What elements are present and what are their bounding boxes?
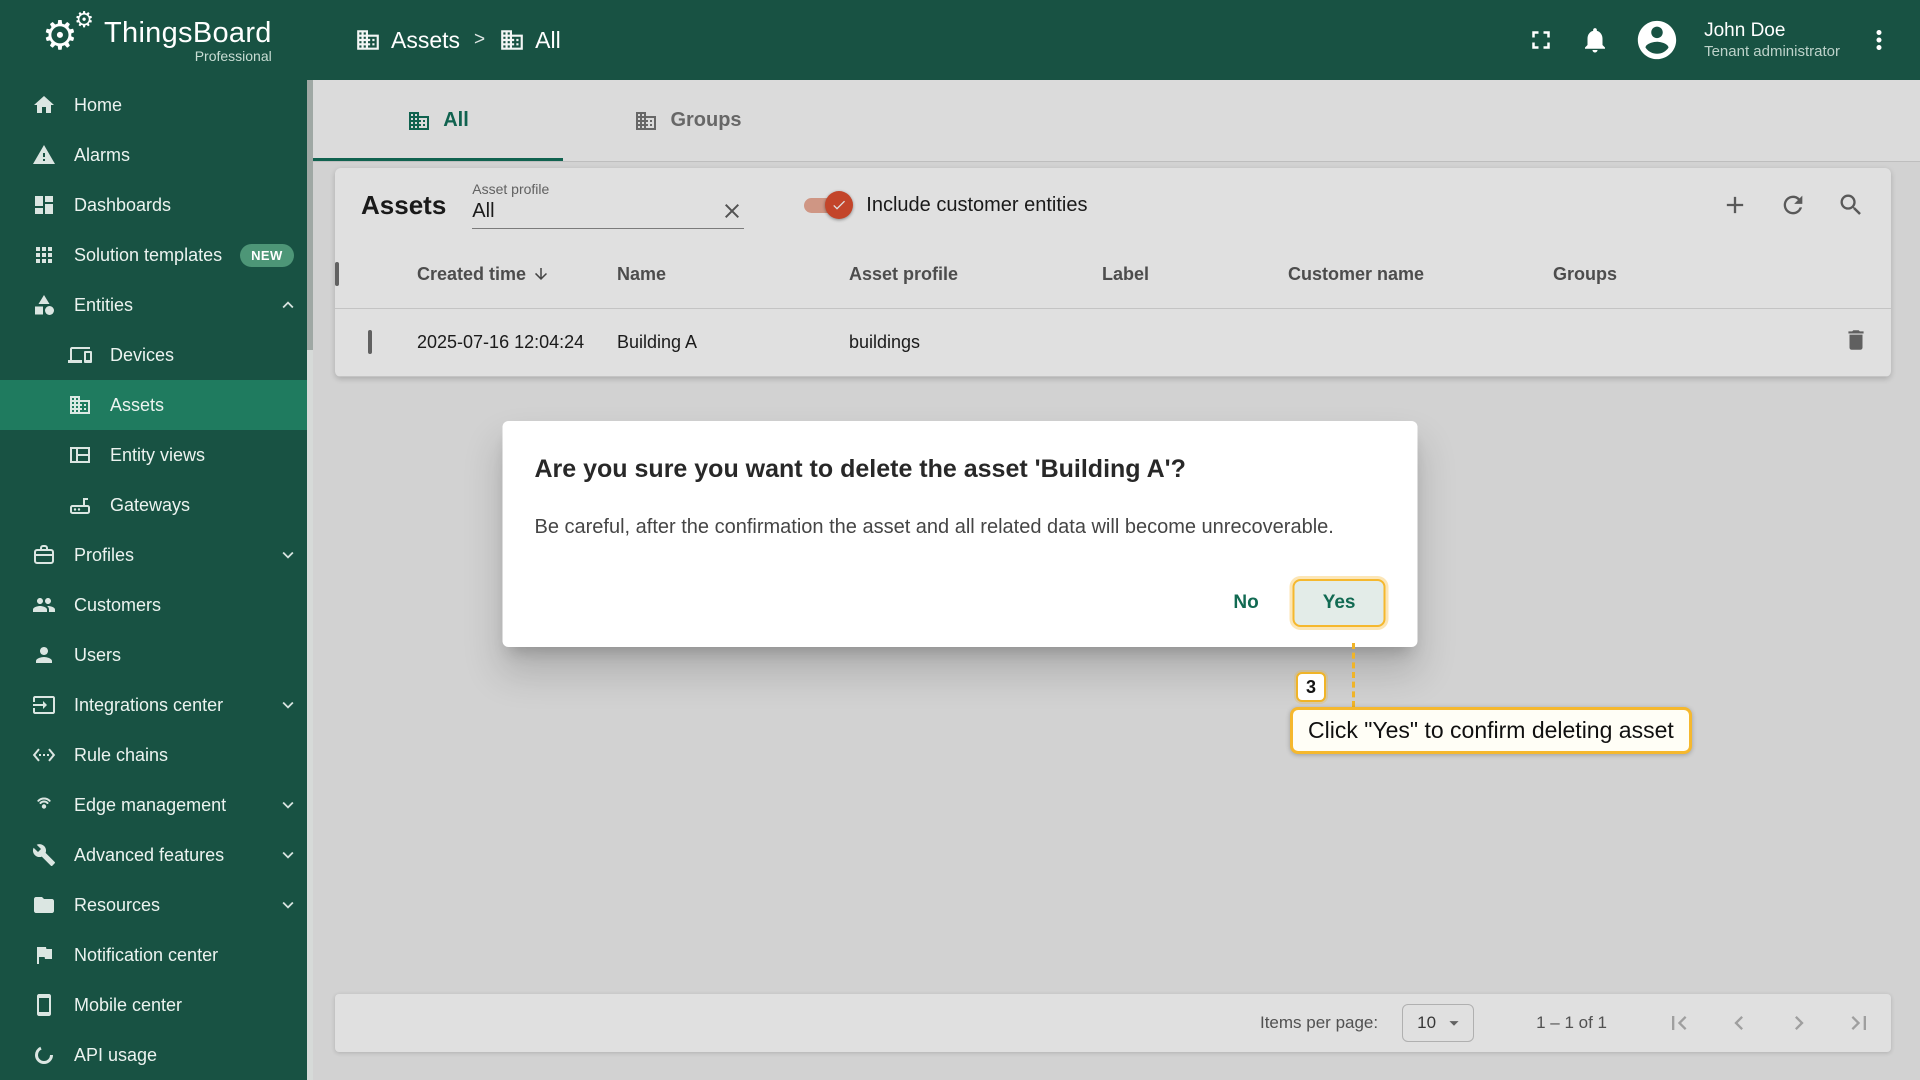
sidebar-item-entities[interactable]: Entities	[0, 280, 313, 330]
tutorial-connector-line	[1352, 643, 1355, 707]
sidebar-item-profiles[interactable]: Profiles	[0, 530, 313, 580]
app-name: ThingsBoard	[104, 16, 272, 49]
sidebar-item-resources[interactable]: Resources	[0, 880, 313, 930]
user-info: John Doe Tenant administrator	[1704, 19, 1840, 62]
sidebar-item-customers[interactable]: Customers	[0, 580, 313, 630]
api-usage-icon	[32, 1043, 56, 1067]
app-root: ⚙ ⚙ ThingsBoard Professional Assets > All	[0, 0, 1920, 1080]
chevron-down-icon	[277, 894, 299, 916]
gateways-icon	[68, 493, 92, 517]
breadcrumb-separator: >	[474, 29, 486, 50]
sidebar-item-mobile-center[interactable]: Mobile center	[0, 980, 313, 1030]
users-icon	[32, 643, 56, 667]
alarms-icon	[32, 143, 56, 167]
sidebar-item-notification-center[interactable]: Notification center	[0, 930, 313, 980]
entity-views-icon	[68, 443, 92, 467]
dialog-message: Be careful, after the confirmation the a…	[534, 516, 1334, 538]
app-edition: Professional	[194, 47, 272, 64]
sidebar-item-assets[interactable]: Assets	[0, 380, 313, 430]
breadcrumb-assets[interactable]: Assets	[355, 27, 460, 54]
sidebar-item-integrations-center[interactable]: Integrations center	[0, 680, 313, 730]
header-actions: John Doe Tenant administrator	[1526, 17, 1920, 63]
sidebar-item-alarms[interactable]: Alarms	[0, 130, 313, 180]
advanced-features-icon	[32, 843, 56, 867]
assets-icon	[68, 393, 92, 417]
more-menu-kebab-icon[interactable]	[1864, 25, 1894, 55]
solution-templates-icon	[32, 243, 56, 267]
sidebar-item-edge-management[interactable]: Edge management	[0, 780, 313, 830]
user-name: John Doe	[1704, 19, 1786, 41]
yes-button[interactable]: Yes	[1292, 579, 1386, 627]
notification-center-icon	[32, 943, 56, 967]
sidebar-item-gateways[interactable]: Gateways	[0, 480, 313, 530]
breadcrumb-root-label: Assets	[391, 26, 461, 53]
no-button[interactable]: No	[1215, 580, 1276, 626]
sidebar-item-api-usage[interactable]: API usage	[0, 1030, 313, 1080]
user-role: Tenant administrator	[1704, 42, 1840, 60]
breadcrumb-all[interactable]: All	[499, 27, 561, 54]
edge-management-icon	[32, 793, 56, 817]
delete-confirm-dialog: Are you sure you want to delete the asse…	[502, 421, 1418, 647]
chevron-down-icon	[277, 694, 299, 716]
sidebar-scrollbar[interactable]	[307, 80, 313, 1080]
profiles-icon	[32, 543, 56, 567]
sidebar-item-users[interactable]: Users	[0, 630, 313, 680]
dialog-actions: No Yes	[535, 579, 1386, 627]
building-icon	[355, 27, 381, 53]
dialog-title: Are you sure you want to delete the asse…	[534, 455, 1186, 483]
tutorial-tooltip: Click "Yes" to confirm deleting asset	[1290, 707, 1692, 754]
sidebar-item-home[interactable]: Home	[0, 80, 313, 130]
customers-icon	[32, 593, 56, 617]
sidebar-item-entity-views[interactable]: Entity views	[0, 430, 313, 480]
sidebar-item-devices[interactable]: Devices	[0, 330, 313, 380]
thingsboard-gear-logo-icon: ⚙ ⚙	[42, 8, 94, 59]
integrations-icon	[32, 693, 56, 717]
breadcrumb: Assets > All	[355, 27, 561, 54]
app-header: ⚙ ⚙ ThingsBoard Professional Assets > All	[0, 0, 1920, 80]
sidebar: Home Alarms Dashboards Solution template…	[0, 80, 313, 1080]
entities-icon	[32, 293, 56, 317]
sidebar-item-dashboards[interactable]: Dashboards	[0, 180, 313, 230]
sidebar-scrollbar-thumb[interactable]	[307, 80, 313, 350]
resources-icon	[32, 893, 56, 917]
user-avatar-icon[interactable]	[1634, 17, 1680, 63]
fullscreen-icon[interactable]	[1526, 25, 1556, 55]
logo[interactable]: ⚙ ⚙ ThingsBoard Professional	[0, 8, 313, 66]
notifications-bell-icon[interactable]	[1580, 25, 1610, 55]
sidebar-item-advanced-features[interactable]: Advanced features	[0, 830, 313, 880]
tutorial-step-badge: 3	[1296, 672, 1326, 702]
chevron-down-icon	[277, 544, 299, 566]
breadcrumb-current-label: All	[535, 26, 561, 53]
devices-icon	[68, 343, 92, 367]
chevron-down-icon	[277, 794, 299, 816]
sidebar-item-solution-templates[interactable]: Solution templates NEW	[0, 230, 313, 280]
home-icon	[32, 93, 56, 117]
logo-text: ThingsBoard Professional	[104, 17, 272, 64]
new-badge: NEW	[240, 243, 294, 267]
sidebar-item-rule-chains[interactable]: Rule chains	[0, 730, 313, 780]
mobile-center-icon	[32, 993, 56, 1017]
chevron-down-icon	[277, 844, 299, 866]
rule-chains-icon	[32, 743, 56, 767]
dashboards-icon	[32, 193, 56, 217]
chevron-up-icon	[277, 294, 299, 316]
building-icon	[499, 27, 525, 53]
